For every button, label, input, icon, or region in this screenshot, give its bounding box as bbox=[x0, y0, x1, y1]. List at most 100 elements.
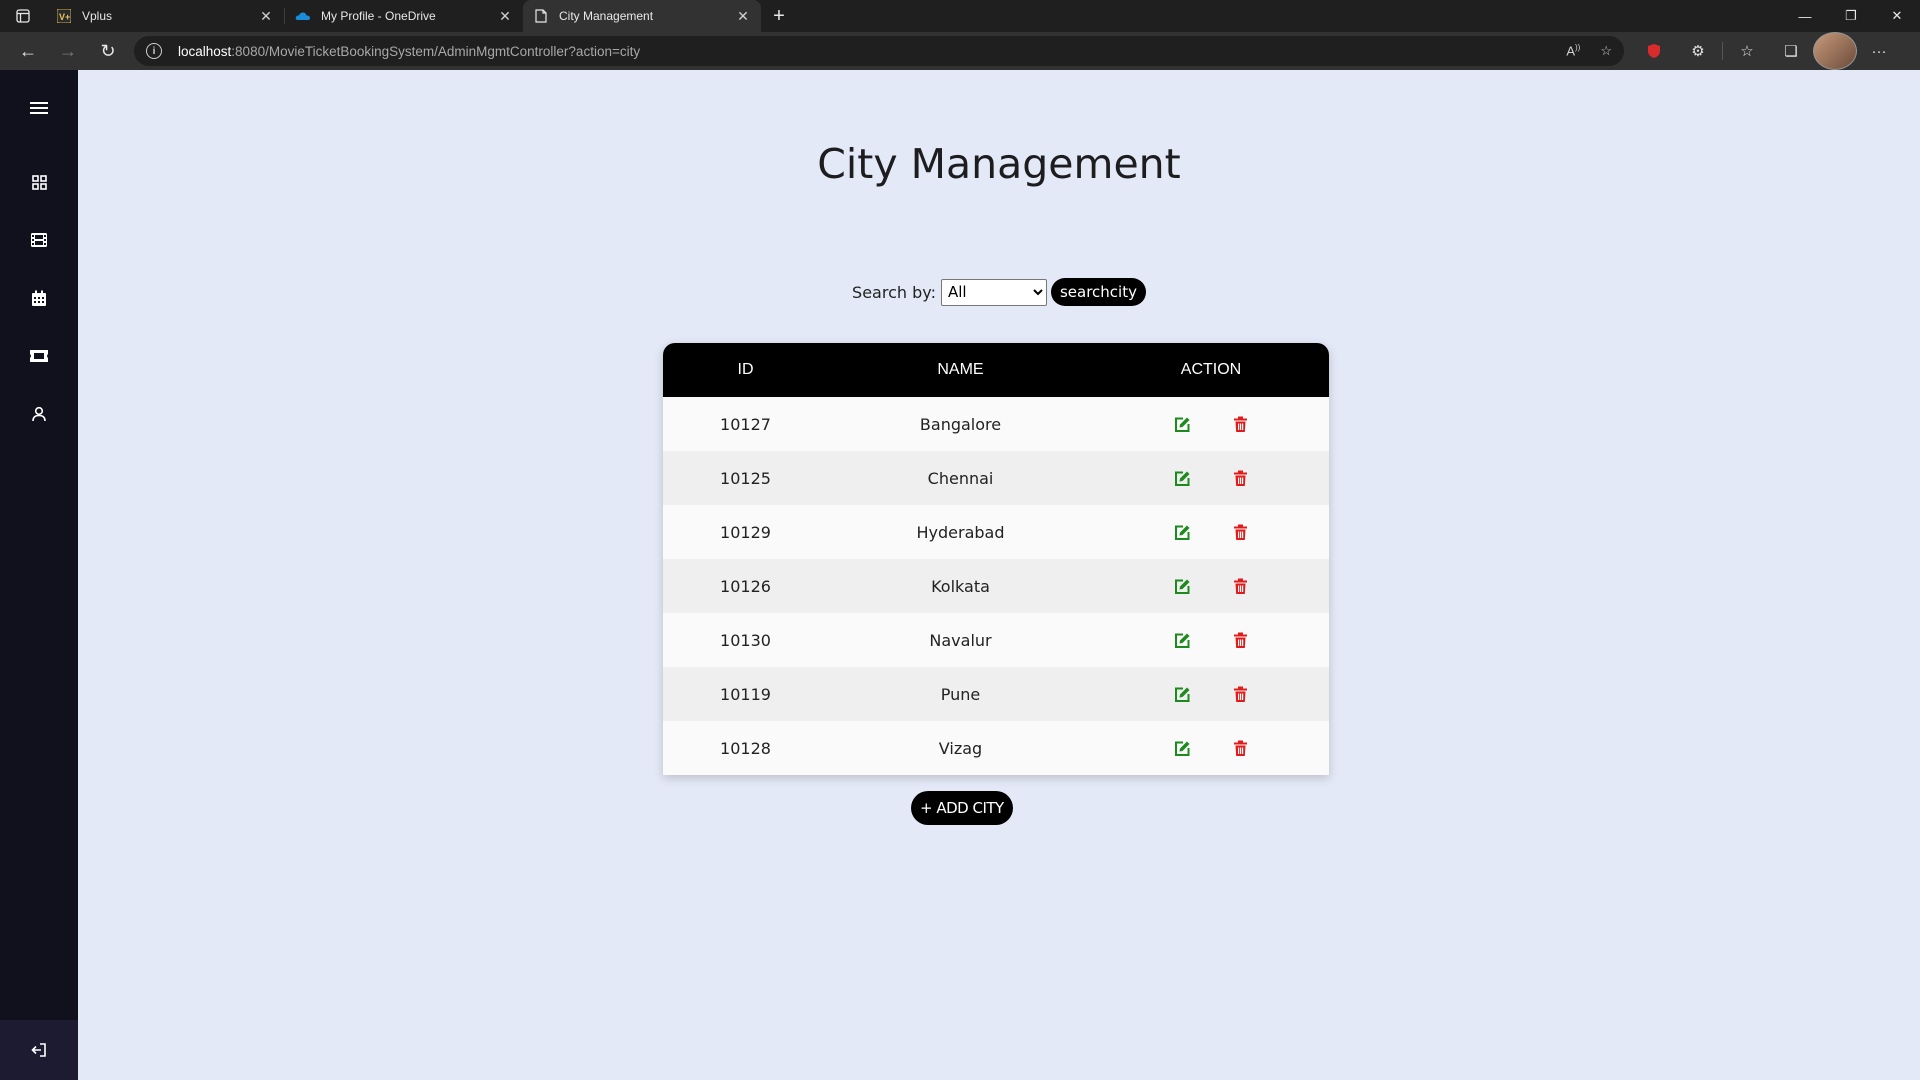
action-cell bbox=[1093, 613, 1329, 667]
menu-icon[interactable] bbox=[0, 88, 78, 128]
more-menu-icon[interactable]: ··· bbox=[1857, 32, 1901, 70]
toolbar-divider bbox=[1722, 42, 1723, 60]
back-arrow-icon[interactable]: ← bbox=[8, 32, 48, 70]
minimize-icon[interactable]: — bbox=[1782, 0, 1828, 32]
city-name-cell: Pune bbox=[940, 684, 981, 704]
window-controls: — ❐ ✕ bbox=[1782, 0, 1920, 32]
close-tab-icon[interactable]: ✕ bbox=[258, 8, 274, 24]
table-row: 10128 Vizag bbox=[663, 721, 1329, 775]
shield-extension-icon[interactable] bbox=[1632, 32, 1676, 70]
new-tab-icon[interactable]: + bbox=[761, 0, 797, 32]
search-by-select[interactable]: All bbox=[940, 278, 1047, 306]
read-aloud-icon[interactable]: A)) bbox=[1566, 43, 1580, 59]
city-id-cell: 10119 bbox=[720, 684, 771, 704]
ticket-icon[interactable] bbox=[0, 336, 78, 376]
tab-title: Vplus bbox=[82, 9, 113, 23]
favorites-icon[interactable]: ☆ bbox=[1725, 32, 1769, 70]
table-row: 10125 Chennai bbox=[663, 451, 1329, 505]
city-id-cell: 10126 bbox=[720, 576, 771, 596]
favorite-star-add-icon[interactable]: ☆ bbox=[1600, 43, 1612, 59]
column-header-name: NAME bbox=[937, 361, 984, 378]
extensions-puzzle-icon[interactable]: ⚙ bbox=[1676, 32, 1720, 70]
tab-onedrive[interactable]: My Profile - OneDrive ✕ bbox=[285, 0, 523, 32]
profile-avatar[interactable] bbox=[1813, 32, 1857, 70]
close-tab-icon[interactable]: ✕ bbox=[497, 8, 513, 24]
delete-trash-icon[interactable] bbox=[1231, 577, 1249, 595]
close-window-icon[interactable]: ✕ bbox=[1874, 0, 1920, 32]
city-id-cell: 10128 bbox=[720, 738, 771, 758]
close-tab-icon[interactable]: ✕ bbox=[735, 8, 751, 24]
delete-trash-icon[interactable] bbox=[1231, 685, 1249, 703]
city-id-cell: 10129 bbox=[720, 522, 771, 542]
user-icon[interactable] bbox=[0, 394, 78, 434]
city-id-cell: 10130 bbox=[720, 630, 771, 650]
delete-trash-icon[interactable] bbox=[1231, 631, 1249, 649]
city-name-cell: Vizag bbox=[938, 738, 983, 758]
table-row: 10127 Bangalore bbox=[663, 397, 1329, 451]
tab-actions-icon[interactable] bbox=[0, 0, 46, 32]
onedrive-favicon-icon bbox=[295, 8, 311, 24]
table-row: 10119 Pune bbox=[663, 667, 1329, 721]
calendar-icon[interactable] bbox=[0, 278, 78, 318]
action-cell bbox=[1093, 559, 1329, 613]
url-host: localhost bbox=[178, 43, 232, 59]
edit-icon[interactable] bbox=[1173, 523, 1191, 541]
column-header-id: ID bbox=[737, 361, 754, 378]
edit-icon[interactable] bbox=[1173, 415, 1191, 433]
delete-trash-icon[interactable] bbox=[1231, 739, 1249, 757]
delete-trash-icon[interactable] bbox=[1231, 523, 1249, 541]
delete-trash-icon[interactable] bbox=[1231, 469, 1249, 487]
page-favicon-icon bbox=[533, 8, 549, 24]
edit-icon[interactable] bbox=[1173, 469, 1191, 487]
delete-trash-icon[interactable] bbox=[1231, 415, 1249, 433]
action-cell bbox=[1093, 721, 1329, 775]
city-table: ID NAME ACTION 10127 Bangalore 10125 Che… bbox=[663, 343, 1329, 775]
city-name-cell: Bangalore bbox=[919, 414, 1002, 434]
refresh-icon[interactable]: ↻ bbox=[88, 32, 128, 70]
page-content: City Management Search by: All searchcit… bbox=[0, 70, 1920, 1080]
table-header-row: ID NAME ACTION bbox=[663, 343, 1329, 397]
film-icon[interactable] bbox=[0, 220, 78, 260]
city-id-cell: 10127 bbox=[720, 414, 771, 434]
collections-icon[interactable]: ❏ bbox=[1769, 32, 1813, 70]
address-bar[interactable]: i localhost:8080/MovieTicketBookingSyste… bbox=[134, 36, 1624, 66]
table-body: 10127 Bangalore 10125 Chennai 10129 Hyde… bbox=[663, 397, 1329, 775]
sidebar bbox=[0, 70, 78, 1080]
search-label: Search by: bbox=[852, 282, 936, 302]
city-id-cell: 10125 bbox=[720, 468, 771, 488]
city-name-cell: Hyderabad bbox=[916, 522, 1005, 542]
add-city-button[interactable]: + ADD CITY bbox=[911, 791, 1013, 825]
edit-icon[interactable] bbox=[1173, 631, 1191, 649]
dashboard-grid-icon[interactable] bbox=[0, 162, 78, 202]
action-cell bbox=[1093, 451, 1329, 505]
url-path: :8080/MovieTicketBookingSystem/AdminMgmt… bbox=[231, 43, 641, 59]
logout-icon[interactable] bbox=[0, 1020, 78, 1080]
table-row: 10130 Navalur bbox=[663, 613, 1329, 667]
browser-toolbar: ← → ↻ i localhost:8080/MovieTicketBookin… bbox=[0, 32, 1920, 70]
table-row: 10129 Hyderabad bbox=[663, 505, 1329, 559]
forward-arrow-icon[interactable]: → bbox=[48, 32, 88, 70]
column-header-action: ACTION bbox=[1180, 361, 1242, 378]
search-city-button[interactable]: searchcity bbox=[1050, 278, 1146, 306]
site-info-icon[interactable]: i bbox=[146, 43, 162, 59]
action-cell bbox=[1093, 397, 1329, 451]
city-name-cell: Chennai bbox=[927, 468, 994, 488]
edit-icon[interactable] bbox=[1173, 685, 1191, 703]
restore-icon[interactable]: ❐ bbox=[1828, 0, 1874, 32]
browser-tabstrip: V+ Vplus ✕ My Profile - OneDrive ✕ City … bbox=[0, 0, 1920, 32]
edit-icon[interactable] bbox=[1173, 577, 1191, 595]
city-name-cell: Kolkata bbox=[931, 576, 990, 596]
tab-title: City Management bbox=[559, 9, 654, 23]
tab-title: My Profile - OneDrive bbox=[321, 9, 436, 23]
table-row: 10126 Kolkata bbox=[663, 559, 1329, 613]
action-cell bbox=[1093, 505, 1329, 559]
vplus-favicon-icon: V+ bbox=[56, 8, 72, 24]
page-title: City Management bbox=[817, 140, 1181, 188]
tab-vplus[interactable]: V+ Vplus ✕ bbox=[46, 0, 284, 32]
tab-city-management[interactable]: City Management ✕ bbox=[523, 0, 761, 32]
svg-text:V+: V+ bbox=[59, 12, 70, 22]
search-bar: Search by: All searchcity bbox=[78, 278, 1920, 306]
action-cell bbox=[1093, 667, 1329, 721]
edit-icon[interactable] bbox=[1173, 739, 1191, 757]
city-name-cell: Navalur bbox=[929, 630, 992, 650]
